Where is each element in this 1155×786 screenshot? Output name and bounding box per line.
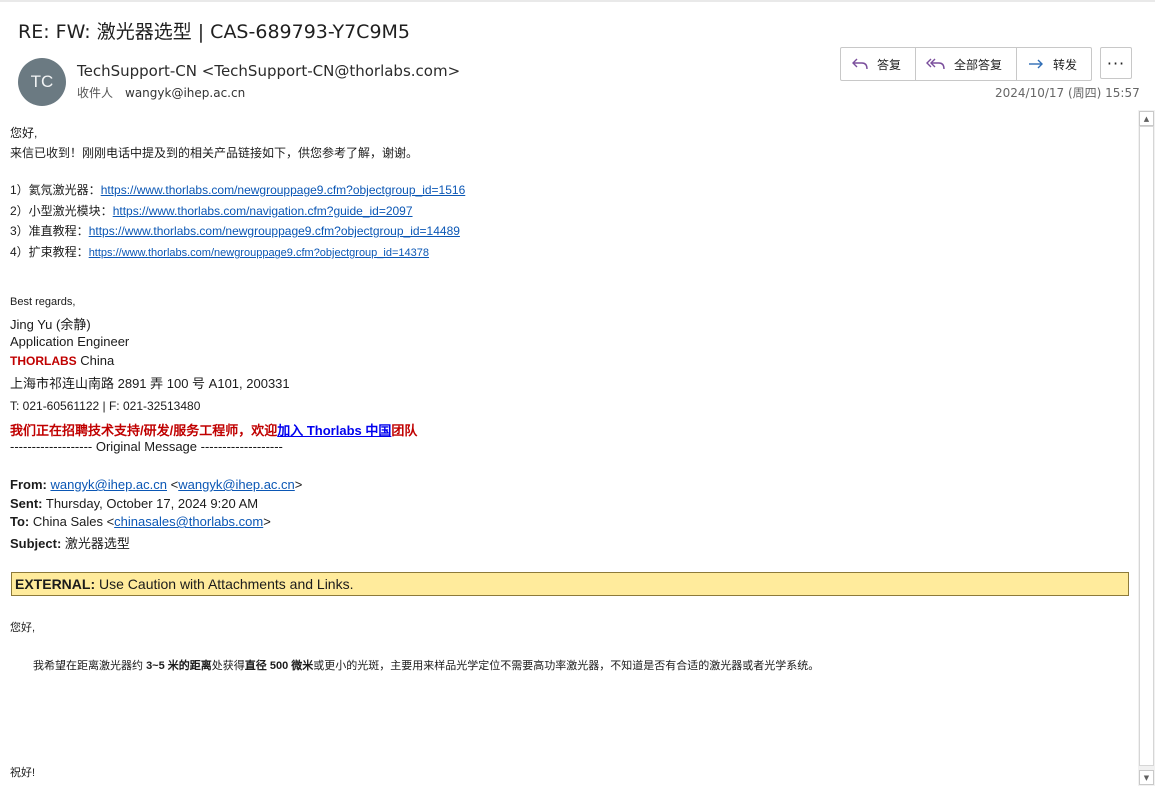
signature-phone: T: 021-60561122 | F: 021-32513480 <box>10 399 201 413</box>
to-name: China Sales < <box>29 514 115 529</box>
original-from: From: wangyk@ihep.ac.cn <wangyk@ihep.ac.… <box>10 477 303 492</box>
thorlabs-brand: THORLABS <box>10 354 77 368</box>
reply-all-button[interactable]: 全部答复 <box>916 48 1018 80</box>
original-to: To: China Sales <chinasales@thorlabs.com… <box>10 514 271 529</box>
forward-label: 转发 <box>1053 57 1078 72</box>
top-divider <box>0 0 1155 2</box>
received-date: 2024/10/17 (周四) 15:57 <box>995 86 1140 100</box>
signature-address: 上海市祁连山南路 2891 弄 100 号 A101, 200331 <box>10 376 290 391</box>
reply-greeting: 您好, <box>10 126 38 140</box>
link-label: 3）准直教程： <box>10 224 89 238</box>
recruit-link[interactable]: 加入 Thorlabs 中国 <box>277 423 391 438</box>
product-link[interactable]: https://www.thorlabs.com/navigation.cfm?… <box>113 204 413 218</box>
company-suffix: China <box>76 353 115 368</box>
message-body: 您好, 来信已收到！刚刚电话中提及到的相关产品链接如下，供您参考了解，谢谢。 1… <box>0 110 1138 786</box>
reply-label: 答复 <box>877 57 902 72</box>
link-label: 4）扩束教程： <box>10 245 89 259</box>
reply-icon <box>852 58 868 70</box>
to-label: To: <box>10 514 30 529</box>
from-label: From: <box>10 477 47 492</box>
original-message-separator: ------------------- Original Message ---… <box>10 439 283 454</box>
product-link[interactable]: https://www.thorlabs.com/newgrouppage9.c… <box>89 224 460 238</box>
paragraph-text: 或更小的光斑，主要用来样品光学定位不需要高功率激光器，不知道是否有合适的激光器或… <box>313 660 820 672</box>
paragraph-text: 处获得 <box>211 660 245 672</box>
reply-all-label: 全部答复 <box>954 57 1003 72</box>
subject-label: Subject: <box>10 536 62 551</box>
product-link[interactable]: https://www.thorlabs.com/newgrouppage9.c… <box>89 247 429 259</box>
recruit-line: 我们正在招聘技术支持/研发/服务工程师，欢迎加入 Thorlabs 中国团队 <box>10 420 417 439</box>
signature-name: Jing Yu (余静) <box>10 317 91 332</box>
product-link[interactable]: https://www.thorlabs.com/newgrouppage9.c… <box>101 183 466 197</box>
recruit-suffix: 团队 <box>391 423 418 438</box>
paragraph-bold: 3~5 米的距离 <box>146 660 212 672</box>
recipient-row: 收件人 wangyk@ihep.ac.cn <box>77 84 245 101</box>
signature-company: THORLABS China <box>10 353 114 368</box>
external-label: EXTERNAL: <box>15 576 96 592</box>
more-actions-button[interactable]: ··· <box>1100 47 1132 79</box>
link-line: 3）准直教程：https://www.thorlabs.com/newgroup… <box>10 222 460 239</box>
scroll-down-arrow-icon[interactable]: ▼ <box>1139 770 1154 785</box>
scroll-thumb[interactable] <box>1139 126 1154 766</box>
original-closing: 祝好! <box>10 767 36 779</box>
vertical-scrollbar[interactable]: ▲ ▼ <box>1138 110 1155 786</box>
recruit-prefix: 我们正在招聘技术支持/研发/服务工程师，欢迎 <box>10 423 278 438</box>
sent-label: Sent: <box>10 496 43 511</box>
signature-title: Application Engineer <box>10 334 130 349</box>
scroll-up-arrow-icon[interactable]: ▲ <box>1139 111 1154 126</box>
sender-name[interactable]: TechSupport-CN <TechSupport-CN@thorlabs.… <box>77 62 460 80</box>
link-line: 2）小型激光模块：https://www.thorlabs.com/naviga… <box>10 202 413 219</box>
from-email-link[interactable]: wangyk@ihep.ac.cn <box>178 477 295 492</box>
sent-value: Thursday, October 17, 2024 9:20 AM <box>42 496 259 511</box>
reply-intro: 来信已收到！刚刚电话中提及到的相关产品链接如下，供您参考了解，谢谢。 <box>10 146 419 160</box>
original-paragraph: 我希望在距离激光器约 3~5 米的距离处获得直径 500 微米或更小的光斑，主要… <box>33 657 819 673</box>
forward-icon <box>1029 59 1044 69</box>
link-line: 4）扩束教程：https://www.thorlabs.com/newgroup… <box>10 243 429 260</box>
forward-button[interactable]: 转发 <box>1017 48 1091 80</box>
external-text: Use Caution with Attachments and Links. <box>95 576 354 592</box>
email-subject: RE: FW: 激光器选型 | CAS-689793-Y7C9M5 <box>18 21 411 43</box>
paragraph-bold: 直径 500 微米 <box>244 660 314 672</box>
original-subject: Subject: 激光器选型 <box>10 533 130 552</box>
to-email-link[interactable]: chinasales@thorlabs.com <box>114 514 263 529</box>
to-label: 收件人 <box>77 86 114 100</box>
from-email-link[interactable]: wangyk@ihep.ac.cn <box>50 477 167 492</box>
subject-value: 激光器选型 <box>61 536 130 551</box>
recipient-address[interactable]: wangyk@ihep.ac.cn <box>125 86 245 100</box>
paragraph-text: 我希望在距离激光器约 <box>33 660 147 672</box>
original-sent: Sent: Thursday, October 17, 2024 9:20 AM <box>10 496 258 511</box>
link-label: 1）氦氖激光器： <box>10 183 101 197</box>
reply-all-icon <box>926 58 945 70</box>
reply-actions: 答复 全部答复 转发 <box>840 47 1093 81</box>
reply-button[interactable]: 答复 <box>841 48 917 80</box>
link-line: 1）氦氖激光器：https://www.thorlabs.com/newgrou… <box>10 181 465 198</box>
original-greeting: 您好, <box>10 622 36 634</box>
link-label: 2）小型激光模块： <box>10 204 113 218</box>
signature-closing: Best regards, <box>10 296 76 308</box>
sender-avatar[interactable]: TC <box>18 58 66 106</box>
external-warning-banner: EXTERNAL: Use Caution with Attachments a… <box>11 572 1129 596</box>
